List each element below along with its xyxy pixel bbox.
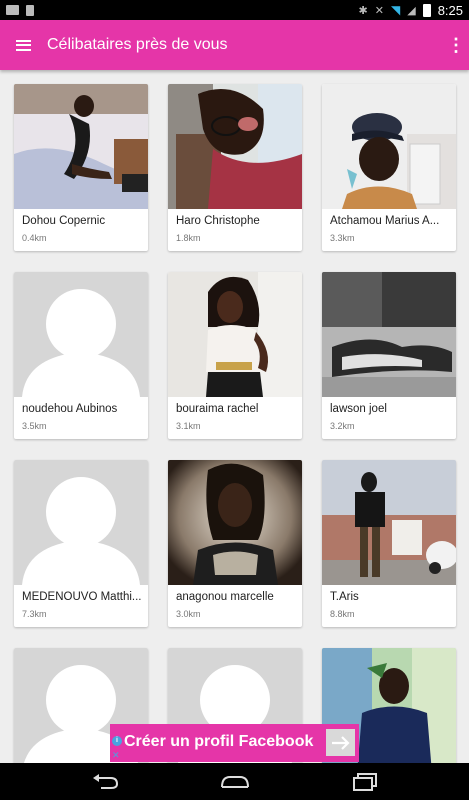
more-vert-icon[interactable]: ⋮ xyxy=(443,20,469,70)
profile-name: lawson joel xyxy=(330,403,387,415)
profile-photo xyxy=(322,272,456,397)
profile-distance: 3.1km xyxy=(176,421,201,431)
profile-name: Dohou Copernic xyxy=(22,215,106,227)
profile-placeholder-avatar xyxy=(14,272,148,397)
profile-photo xyxy=(322,84,456,209)
profile-photo xyxy=(168,272,302,397)
menu-icon xyxy=(15,39,31,51)
profile-name: T.Aris xyxy=(330,591,359,603)
profile-photo xyxy=(14,84,148,209)
profile-distance: 7.3km xyxy=(22,609,47,619)
profile-card[interactable]: Haro Christophe 1.8km xyxy=(168,84,302,251)
profile-card[interactable]: Atchamou Marius A... 3.3km xyxy=(322,84,456,251)
menu-button[interactable] xyxy=(0,20,46,70)
profile-photo xyxy=(168,84,302,209)
profile-card[interactable]: noudehou Aubinos 3.5km xyxy=(14,272,148,439)
page-title: Célibataires près de vous xyxy=(47,36,228,53)
profile-distance: 3.0km xyxy=(176,609,201,619)
close-icon[interactable]: ✕ xyxy=(112,750,120,761)
profiles-grid[interactable]: Dohou Copernic 0.4km Haro Christophe 1.8… xyxy=(0,70,469,763)
mute-icon: ✕ xyxy=(374,4,384,17)
recents-icon[interactable] xyxy=(350,771,380,793)
profile-name: MEDENOUVO Matthi... xyxy=(22,591,142,603)
profile-distance: 3.2km xyxy=(330,421,355,431)
app-bar: Célibataires près de vous ⋮ xyxy=(0,20,469,70)
profile-photo xyxy=(168,460,302,585)
arrow-right-icon[interactable] xyxy=(326,729,355,756)
home-icon[interactable] xyxy=(220,771,250,793)
profile-name: noudehou Aubinos xyxy=(22,403,118,415)
profile-card[interactable]: T.Aris 8.8km xyxy=(322,460,456,627)
profile-card[interactable]: anagonou marcelle 3.0km xyxy=(168,460,302,627)
profile-card[interactable]: Dohou Copernic 0.4km xyxy=(14,84,148,251)
profile-distance: 0.4km xyxy=(22,233,47,243)
bluetooth-icon: ✱ xyxy=(358,4,368,17)
back-icon[interactable] xyxy=(90,771,120,793)
clock: 8:25 xyxy=(437,2,463,18)
profile-distance: 3.5km xyxy=(22,421,47,431)
status-bar: ✱ ✕ ◥ ◢ 8:25 xyxy=(0,0,469,20)
profile-photo xyxy=(322,460,456,585)
profile-card[interactable]: MEDENOUVO Matthi... 7.3km xyxy=(14,460,148,627)
document-icon xyxy=(26,4,34,16)
ad-banner[interactable]: i ✕ Créer un profil Facebook xyxy=(110,724,359,762)
battery-icon xyxy=(422,3,431,17)
profile-name: Haro Christophe xyxy=(176,215,260,227)
wifi-icon: ◥ xyxy=(390,3,401,17)
profile-distance: 8.8km xyxy=(330,609,355,619)
profile-name: bouraima rachel xyxy=(176,403,259,415)
profile-name: Atchamou Marius A... xyxy=(330,215,440,227)
profile-distance: 1.8km xyxy=(176,233,201,243)
profile-card[interactable]: bouraima rachel 3.1km xyxy=(168,272,302,439)
mail-icon xyxy=(6,5,19,15)
profile-distance: 3.3km xyxy=(330,233,355,243)
profile-placeholder-avatar xyxy=(14,460,148,585)
ad-text[interactable]: Créer un profil Facebook xyxy=(124,733,313,751)
profile-card[interactable]: lawson joel 3.2km xyxy=(322,272,456,439)
navigation-bar xyxy=(0,763,469,800)
profile-name: anagonou marcelle xyxy=(176,591,274,603)
info-icon[interactable]: i xyxy=(112,736,122,746)
signal-icon: ◢ xyxy=(407,4,416,17)
